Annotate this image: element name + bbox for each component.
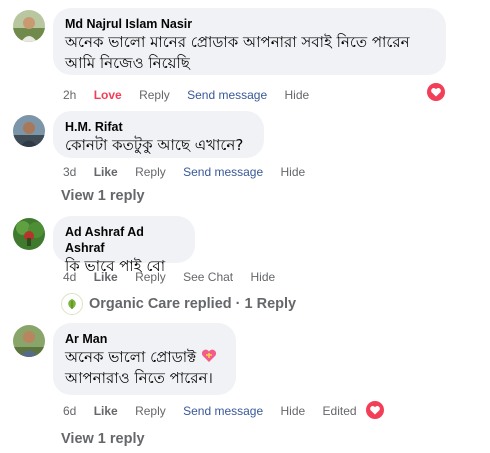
comment-text-line-2: আমি নিজেও নিয়েছি xyxy=(65,54,190,72)
edited-label: Edited xyxy=(322,404,357,418)
comment-bubble: H.M. Rifat কোনটা কতটুকু আছে এখানে? xyxy=(53,111,264,158)
comment-text-line-2: আপনারাও নিতে পারেন। xyxy=(65,369,213,387)
like-button[interactable]: Like xyxy=(94,165,118,179)
reply-button[interactable]: Reply xyxy=(135,165,166,179)
view-replies-link[interactable]: View 1 reply xyxy=(61,188,145,204)
comment-actions: 6d Like Reply Send message Hide Edited xyxy=(63,403,371,419)
comment-text: অনেক ভালো প্রোডাক্ট xyxy=(65,347,224,368)
hide-button[interactable]: Hide xyxy=(250,270,275,284)
comment-timestamp[interactable]: 3d xyxy=(63,165,76,179)
comment-actions: 2h Love Reply Send message Hide xyxy=(63,87,323,103)
comment-timestamp[interactable]: 4d xyxy=(63,270,76,284)
heart-with-ribbon-icon xyxy=(201,349,217,362)
comment-bubble: Ad Ashraf Ad Ashraf কি ভাবে পাই বো xyxy=(53,216,195,275)
avatar[interactable] xyxy=(13,115,45,147)
page-logo-icon xyxy=(61,293,83,315)
hide-button[interactable]: Hide xyxy=(285,88,310,102)
see-chat-button[interactable]: See Chat xyxy=(183,270,233,284)
like-button[interactable]: Like xyxy=(94,270,118,284)
reply-button[interactable]: Reply xyxy=(135,404,166,418)
comment-author[interactable]: Md Najrul Islam Nasir xyxy=(65,16,434,32)
comment-text: কোনটা কতটুকু আছে এখানে? xyxy=(65,136,244,154)
comment-author[interactable]: Ad Ashraf Ad Ashraf xyxy=(65,224,183,256)
hide-button[interactable]: Hide xyxy=(281,165,306,179)
comment-timestamp[interactable]: 2h xyxy=(63,88,76,102)
avatar[interactable] xyxy=(13,10,45,42)
comment-actions: 3d Like Reply Send message Hide xyxy=(63,164,319,180)
comment-text-line-1: অনেক ভালো প্রোডাক্ট xyxy=(65,348,197,366)
page-replied-link[interactable]: Organic Care replied · 1 Reply xyxy=(61,293,296,315)
page-replied-text: Organic Care replied · 1 Reply xyxy=(89,296,297,312)
comment-bubble: Md Najrul Islam Nasir অনেক ভালো মানের প্… xyxy=(53,8,446,75)
avatar[interactable] xyxy=(13,325,45,357)
send-message-button[interactable]: Send message xyxy=(183,404,263,418)
comment-author[interactable]: Ar Man xyxy=(65,331,224,347)
heart-icon[interactable] xyxy=(427,83,445,101)
hide-button[interactable]: Hide xyxy=(281,404,306,418)
comment-bubble: Ar Man অনেক ভালো প্রোডাক্ট আপনারাও নিতে … xyxy=(53,323,236,395)
comment-author[interactable]: H.M. Rifat xyxy=(65,119,252,135)
reply-button[interactable]: Reply xyxy=(139,88,170,102)
avatar[interactable] xyxy=(13,218,45,250)
comment-timestamp[interactable]: 6d xyxy=(63,404,76,418)
comment-text: অনেক ভালো মানের প্রোডাক আপনারা সবাই নিতে… xyxy=(65,33,410,51)
reply-button[interactable]: Reply xyxy=(135,270,166,284)
send-message-button[interactable]: Send message xyxy=(183,165,263,179)
comment-actions: 4d Like Reply See Chat Hide xyxy=(63,269,289,285)
send-message-button[interactable]: Send message xyxy=(187,88,267,102)
like-button[interactable]: Like xyxy=(94,404,118,418)
love-reaction-button[interactable]: Love xyxy=(94,88,122,102)
view-replies-link[interactable]: View 1 reply xyxy=(61,431,145,447)
